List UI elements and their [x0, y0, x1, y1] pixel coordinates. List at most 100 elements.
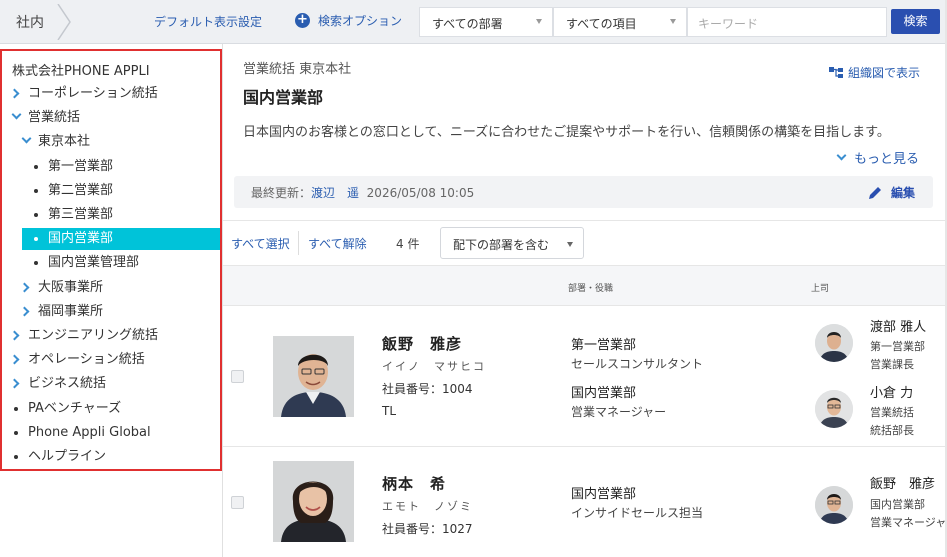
tree-item[interactable]: 第一営業部 — [2, 156, 220, 178]
chevron-right-icon[interactable] — [9, 330, 20, 341]
tree-item[interactable]: 東京本社 — [2, 131, 220, 153]
org-chart-label: 組織図で表示 — [848, 66, 921, 80]
position-role: 営業マネージャー — [571, 405, 667, 419]
chevron-down-icon[interactable] — [21, 133, 32, 144]
edit-label: 編集 — [890, 186, 915, 200]
tree-item[interactable]: ビジネス統括 — [2, 373, 220, 395]
header-divider — [223, 220, 947, 221]
bullet-icon — [34, 213, 38, 217]
employee-name[interactable]: 飯野 雅彦 — [382, 333, 462, 354]
caret-down-icon — [670, 19, 676, 24]
department-path: 営業統括 東京本社 — [243, 62, 352, 77]
item-select[interactable]: すべての項目 — [553, 7, 687, 37]
tree-item[interactable]: Phone Appli Global — [2, 422, 220, 444]
boss-dept: 国内営業部 — [870, 498, 925, 511]
person-avatar-icon — [815, 390, 853, 428]
tree-item-label: 営業統括 — [28, 110, 81, 126]
employee-tag: TL — [382, 404, 397, 418]
tree-root-company[interactable]: 株式会社PHONE APPLI — [12, 60, 150, 79]
tree-item[interactable]: エンジニアリング統括 — [2, 325, 220, 347]
boss-avatar[interactable] — [815, 324, 853, 362]
caret-down-icon — [567, 242, 573, 247]
row-checkbox[interactable] — [231, 496, 244, 509]
updated-by-link[interactable]: 渡辺 遥 — [311, 186, 359, 200]
search-button[interactable]: 検索 — [891, 9, 940, 34]
boss-avatar[interactable] — [815, 486, 853, 524]
bullet-icon — [34, 164, 38, 169]
deselect-all-link[interactable]: すべて解除 — [308, 235, 367, 252]
tree-item[interactable]: ヘルプライン — [2, 446, 220, 468]
keyword-input[interactable]: キーワード — [687, 7, 887, 37]
column-dept-role: 部署・役職 — [568, 284, 614, 294]
table-row[interactable]: 飯野 雅彦 イイノ マサヒコ 社員番号：1004 TL 第一営業部 セールスコン… — [223, 306, 947, 447]
chevron-right-icon[interactable] — [9, 354, 20, 365]
pencil-icon — [868, 187, 881, 199]
update-info-bar: 最終更新：渡辺 遥 2026/05/08 10:05 編集 — [234, 176, 933, 208]
item-select-value: すべての項目 — [566, 17, 637, 31]
department-select[interactable]: すべての部署 — [419, 7, 553, 37]
updated-label: 最終更新： — [251, 186, 312, 200]
employee-number: 社員番号：1004 — [382, 382, 473, 396]
boss-dept: 第一営業部 — [870, 340, 925, 353]
boss-avatar[interactable] — [815, 390, 853, 428]
boss-name[interactable]: 飯野 雅彦 — [870, 473, 935, 492]
employee-name[interactable]: 柄本 希 — [382, 473, 446, 494]
position-role: インサイドセールス担当 — [571, 506, 704, 520]
tree-item[interactable]: 第二営業部 — [2, 180, 220, 202]
tree-item[interactable]: 営業統括 — [2, 107, 220, 129]
edit-button[interactable]: 編集 — [868, 184, 915, 201]
chevron-right-icon[interactable] — [19, 306, 30, 317]
tree-item-label: PAベンチャーズ — [28, 400, 122, 416]
include-subdepartments-select[interactable]: 配下の部署を含む — [440, 227, 584, 259]
chevron-right-icon[interactable] — [9, 378, 20, 389]
tree-item[interactable]: コーポレーション統括 — [2, 83, 220, 105]
row-checkbox[interactable] — [231, 370, 244, 383]
person-avatar-icon — [815, 486, 853, 524]
chevron-down-icon[interactable] — [11, 109, 22, 120]
person-avatar-icon — [815, 324, 853, 362]
org-tree: 株式会社PHONE APPLI コーポレーション統括 営業統括東京本社第一営業部第… — [0, 49, 222, 471]
position-dept: 国内営業部 — [571, 386, 637, 401]
show-more-label: もっと見る — [854, 152, 920, 167]
tree-item-label: Phone Appli Global — [28, 424, 151, 440]
employee-photo-male[interactable] — [273, 336, 354, 417]
bullet-icon — [14, 406, 18, 411]
tree-item-label: コーポレーション統括 — [28, 86, 158, 101]
tree-item-label: 福岡事業所 — [38, 303, 104, 319]
table-row[interactable]: 柄本 希 エモト ノゾミ 社員番号：1027 国内営業部 インサイドセールス担当… — [223, 447, 947, 557]
department-select-value: すべての部署 — [432, 17, 503, 31]
tree-item-label: 国内営業部 — [48, 231, 114, 247]
chevron-right-icon[interactable] — [9, 88, 20, 99]
tree-item[interactable]: 国内営業管理部 — [2, 252, 220, 274]
tree-item-label: 東京本社 — [38, 134, 91, 150]
search-options-label: 検索オプション — [318, 14, 403, 28]
employee-photo-female[interactable] — [273, 461, 354, 542]
page-title: 国内営業部 — [243, 88, 324, 107]
description-fade — [243, 141, 743, 158]
tree-item-label: ビジネス統括 — [28, 376, 107, 392]
tree-item[interactable]: 大阪事業所 — [2, 277, 220, 299]
tree-item-label: 第三営業部 — [48, 207, 114, 222]
tree-item[interactable]: 第三営業部 — [2, 204, 220, 226]
position-dept: 国内営業部 — [571, 487, 637, 502]
caret-down-icon — [536, 19, 542, 24]
default-view-settings-link[interactable]: デフォルト表示設定 — [154, 13, 262, 30]
tree-item[interactable]: 福岡事業所 — [2, 301, 220, 323]
tree-item[interactable]: PAベンチャーズ — [2, 398, 220, 420]
org-chart-link[interactable]: 組織図で表示 — [829, 64, 920, 81]
employee-kana: イイノ マサヒコ — [382, 360, 486, 373]
show-more-link[interactable]: もっと見る — [836, 148, 920, 167]
tree-item-label: 第二営業部 — [48, 182, 114, 198]
select-all-link[interactable]: すべて選択 — [231, 235, 290, 252]
tree-item[interactable]: 国内営業部 — [22, 228, 220, 251]
boss-role: 営業マネージャー — [870, 516, 947, 529]
search-options-button[interactable]: + 検索オプション — [295, 12, 402, 29]
boss-name[interactable]: 小倉 力 — [870, 382, 913, 401]
table-header: 部署・役職 上司 — [223, 265, 947, 306]
tree-item-label: 第一営業部 — [48, 158, 114, 174]
chevron-right-icon[interactable] — [19, 282, 30, 293]
tree-item-label: エンジニアリング統括 — [28, 328, 159, 343]
boss-name[interactable]: 渡部 雅人 — [870, 316, 926, 335]
plus-circle-icon: + — [295, 13, 310, 28]
tree-item[interactable]: オペレーション統括 — [2, 349, 220, 371]
